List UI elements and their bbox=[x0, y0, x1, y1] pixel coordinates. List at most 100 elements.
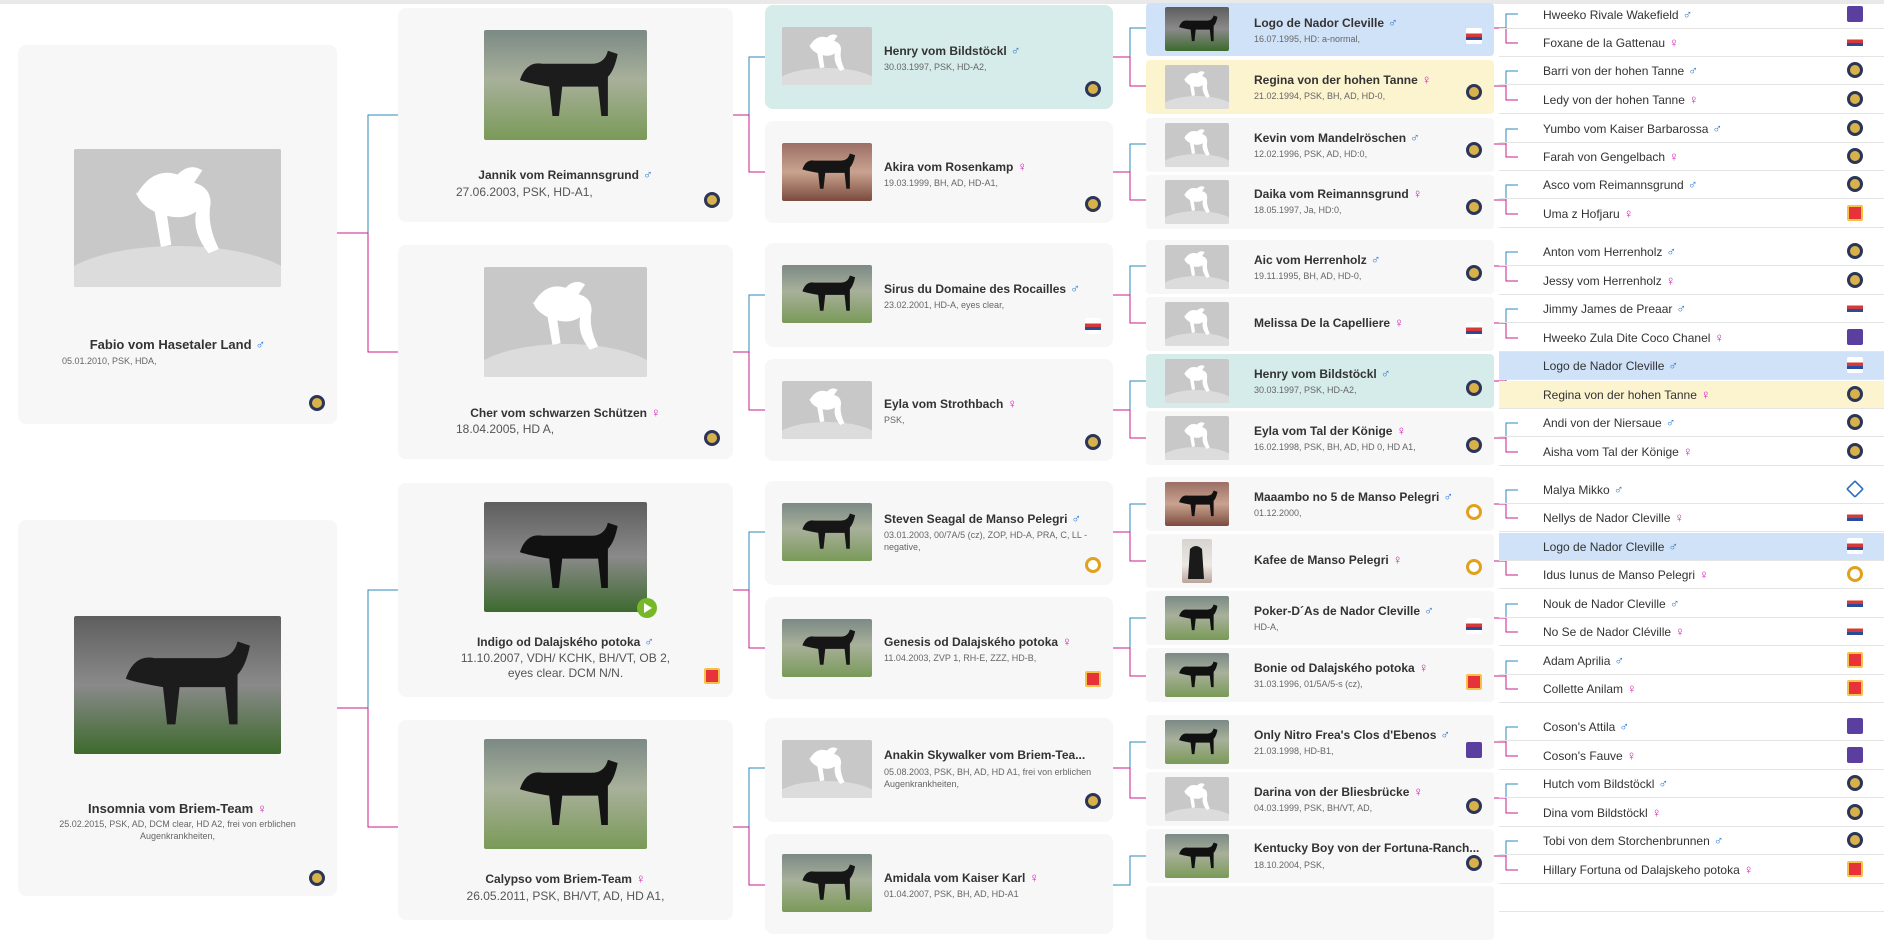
dog-card-gen4[interactable]: Darina von der Bliesbrücke ♀ 04.03.1999, … bbox=[1146, 772, 1494, 826]
dog-row-gen5[interactable]: Adam Aprilia ♂ bbox=[1499, 647, 1884, 675]
dog-name[interactable]: Calypso vom Briem-Team bbox=[485, 872, 632, 886]
dog-row-gen5[interactable]: Nellys de Nador Cleville ♀ bbox=[1499, 504, 1884, 532]
dog-card-gen3[interactable]: Henry vom Bildstöckl ♂ 30.03.1997, PSK, H… bbox=[765, 5, 1113, 109]
dog-name[interactable]: Hutch vom Bildstöckl bbox=[1543, 777, 1654, 791]
dog-row-gen5[interactable]: Ledy von der hohen Tanne ♀ bbox=[1499, 86, 1884, 114]
dog-name[interactable]: No Se de Nador Cléville bbox=[1543, 625, 1671, 639]
dog-card-gen4[interactable]: Kentucky Boy von der Fortuna-Ranch... 18… bbox=[1146, 829, 1494, 883]
dog-card-gen4[interactable] bbox=[1146, 886, 1494, 940]
dog-name[interactable]: Yumbo vom Kaiser Barbarossa bbox=[1543, 122, 1708, 136]
dog-name[interactable]: Foxane de la Gattenau bbox=[1543, 36, 1665, 50]
dog-name[interactable]: Kevin vom Mandelröschen bbox=[1254, 131, 1406, 145]
dog-name[interactable]: Logo de Nador Cleville bbox=[1254, 16, 1384, 30]
dog-card-gen4[interactable]: Daika vom Reimannsgrund ♀ 18.05.1997, Ja,… bbox=[1146, 175, 1494, 229]
dog-name[interactable]: Regina von der hohen Tanne bbox=[1543, 388, 1697, 402]
dog-name[interactable]: Fabio vom Hasetaler Land bbox=[90, 337, 252, 352]
dog-row-gen5[interactable]: Yumbo vom Kaiser Barbarossa ♂ bbox=[1499, 115, 1884, 143]
dog-row-gen5[interactable]: Dina vom Bildstöckl ♀ bbox=[1499, 799, 1884, 827]
dog-card-gen4[interactable]: Henry vom Bildstöckl ♂ 30.03.1997, PSK, H… bbox=[1146, 354, 1494, 408]
dog-name[interactable]: Kentucky Boy von der Fortuna-Ranch... bbox=[1254, 841, 1479, 855]
dog-name[interactable]: Ledy von der hohen Tanne bbox=[1543, 93, 1685, 107]
dog-row-gen5[interactable]: Aisha vom Tal der Könige ♀ bbox=[1499, 438, 1884, 466]
dog-card-gen4[interactable]: Bonie od Dalajského potoka ♀ 31.03.1996, … bbox=[1146, 648, 1494, 702]
dog-name[interactable]: Jimmy James de Preaar bbox=[1543, 302, 1672, 316]
dog-name[interactable]: Eyla vom Tal der Könige bbox=[1254, 424, 1392, 438]
dog-card-gen4[interactable]: Only Nitro Frea's Clos d'Ebenos ♂ 21.03.1… bbox=[1146, 715, 1494, 769]
dog-card-gen3[interactable]: Eyla vom Strothbach ♀ PSK, bbox=[765, 359, 1113, 461]
dog-name[interactable]: Maaambo no 5 de Manso Pelegri bbox=[1254, 490, 1439, 504]
dog-card-gen3[interactable]: Akira vom Rosenkamp ♀ 19.03.1999, BH, AD,… bbox=[765, 121, 1113, 223]
dog-row-gen5[interactable]: Idus Iunus de Manso Pelegri ♀ bbox=[1499, 561, 1884, 589]
dog-name[interactable]: Kafee de Manso Pelegri bbox=[1254, 553, 1389, 567]
dog-row-gen5[interactable]: Anton vom Herrenholz ♂ bbox=[1499, 238, 1884, 266]
dog-card-gen4[interactable]: Kafee de Manso Pelegri ♀ bbox=[1146, 534, 1494, 588]
play-icon[interactable] bbox=[637, 598, 657, 618]
dog-name[interactable]: Dina vom Bildstöckl bbox=[1543, 806, 1648, 820]
dog-card-gen4[interactable]: Kevin vom Mandelröschen ♂ 12.02.1996, PSK… bbox=[1146, 118, 1494, 172]
dog-card-gen3[interactable]: Sirus du Domaine des Rocailles ♂ 23.02.20… bbox=[765, 243, 1113, 347]
dog-name[interactable]: Only Nitro Frea's Clos d'Ebenos bbox=[1254, 728, 1436, 742]
dog-name[interactable]: Melissa De la Capelliere bbox=[1254, 316, 1390, 330]
dog-card-gen2[interactable]: Jannik vom Reimannsgrund ♂ 27.06.2003, PS… bbox=[398, 8, 733, 222]
dog-name[interactable]: Nouk de Nador Cleville bbox=[1543, 597, 1666, 611]
dog-row-gen5[interactable] bbox=[1499, 884, 1884, 912]
dog-card-gen3[interactable]: Genesis od Dalajského potoka ♀ 11.04.2003… bbox=[765, 597, 1113, 699]
dog-card-gen4[interactable]: Aic vom Herrenholz ♂ 19.11.1995, BH, AD, … bbox=[1146, 240, 1494, 294]
dog-name[interactable]: Malya Mikko bbox=[1543, 483, 1610, 497]
dog-name[interactable]: Hweeko Rivale Wakefield bbox=[1543, 8, 1679, 22]
dog-card-gen4[interactable]: Eyla vom Tal der Könige ♀ 16.02.1998, PSK… bbox=[1146, 411, 1494, 465]
dog-card-gen4[interactable]: Maaambo no 5 de Manso Pelegri ♂ 01.12.200… bbox=[1146, 477, 1494, 531]
dog-name[interactable]: Tobi von dem Storchenbrunnen bbox=[1543, 834, 1710, 848]
dog-card-gen4[interactable]: Logo de Nador Cleville ♂ 16.07.1995, HD: … bbox=[1146, 3, 1494, 56]
dog-name[interactable]: Eyla vom Strothbach bbox=[884, 397, 1003, 411]
dog-row-gen5[interactable]: Jessy vom Herrenholz ♀ bbox=[1499, 267, 1884, 295]
dog-card-gen1-dam[interactable]: Insomnia vom Briem-Team ♀ 25.02.2015, PSK… bbox=[18, 520, 337, 896]
dog-card-gen3[interactable]: Anakin Skywalker vom Briem-Tea... 05.08.… bbox=[765, 718, 1113, 822]
dog-row-gen5[interactable]: Logo de Nador Cleville ♂ bbox=[1499, 352, 1884, 380]
dog-name[interactable]: Barri von der hohen Tanne bbox=[1543, 64, 1684, 78]
dog-name[interactable]: Jannik vom Reimannsgrund bbox=[478, 168, 639, 182]
dog-row-gen5[interactable]: Nouk de Nador Cleville ♂ bbox=[1499, 590, 1884, 618]
dog-name[interactable]: Logo de Nador Cleville bbox=[1543, 540, 1664, 554]
dog-row-gen5[interactable]: Tobi von dem Storchenbrunnen ♂ bbox=[1499, 827, 1884, 855]
dog-row-gen5[interactable]: Malya Mikko ♂ bbox=[1499, 476, 1884, 504]
dog-name[interactable]: Idus Iunus de Manso Pelegri bbox=[1543, 568, 1695, 582]
dog-card-gen3[interactable]: Amidala vom Kaiser Karl ♀ 01.04.2007, PSK… bbox=[765, 834, 1113, 934]
dog-name[interactable]: Indigo od Dalajského potoka bbox=[477, 635, 640, 649]
dog-name[interactable]: Aisha vom Tal der Könige bbox=[1543, 445, 1679, 459]
dog-name[interactable]: Uma z Hofjaru bbox=[1543, 207, 1620, 221]
dog-card-gen4[interactable]: Poker-D´As de Nador Cleville ♂ HD-A, bbox=[1146, 591, 1494, 645]
dog-name[interactable]: Hillary Fortuna od Dalajskeho potoka bbox=[1543, 863, 1740, 877]
dog-name[interactable]: Nellys de Nador Cleville bbox=[1543, 511, 1670, 525]
dog-name[interactable]: Akira vom Rosenkamp bbox=[884, 160, 1013, 174]
dog-row-gen5[interactable]: Collette Anilam ♀ bbox=[1499, 675, 1884, 703]
dog-name[interactable]: Daika vom Reimannsgrund bbox=[1254, 187, 1409, 201]
dog-row-gen5[interactable]: Hweeko Rivale Wakefield ♂ bbox=[1499, 1, 1884, 29]
dog-card-gen4[interactable]: Melissa De la Capelliere ♀ bbox=[1146, 297, 1494, 351]
dog-name[interactable]: Coson's Fauve bbox=[1543, 749, 1623, 763]
dog-row-gen5[interactable]: Foxane de la Gattenau ♀ bbox=[1499, 29, 1884, 57]
dog-name[interactable]: Genesis od Dalajského potoka bbox=[884, 635, 1058, 649]
dog-name[interactable]: Collette Anilam bbox=[1543, 682, 1623, 696]
dog-card-gen2[interactable]: Cher vom schwarzen Schützen ♀ 18.04.2005,… bbox=[398, 245, 733, 459]
dog-name[interactable]: Amidala vom Kaiser Karl bbox=[884, 871, 1025, 885]
dog-card-gen2[interactable]: Indigo od Dalajského potoka ♂ 11.10.2007,… bbox=[398, 483, 733, 697]
dog-name[interactable]: Insomnia vom Briem-Team bbox=[88, 801, 253, 816]
dog-name[interactable]: Bonie od Dalajského potoka bbox=[1254, 661, 1415, 675]
dog-name[interactable]: Andi von der Niersaue bbox=[1543, 416, 1662, 430]
dog-name[interactable]: Cher vom schwarzen Schützen bbox=[470, 406, 647, 420]
dog-name[interactable]: Regina von der hohen Tanne bbox=[1254, 73, 1418, 87]
dog-name[interactable]: Asco vom Reimannsgrund bbox=[1543, 178, 1684, 192]
dog-row-gen5[interactable]: Coson's Attila ♂ bbox=[1499, 713, 1884, 741]
dog-name[interactable]: Steven Seagal de Manso Pelegri bbox=[884, 512, 1067, 526]
dog-card-gen2[interactable]: Calypso vom Briem-Team ♀ 26.05.2011, PSK,… bbox=[398, 720, 733, 920]
dog-name[interactable]: Coson's Attila bbox=[1543, 720, 1615, 734]
dog-name[interactable]: Sirus du Domaine des Rocailles bbox=[884, 282, 1066, 296]
dog-name[interactable]: Henry vom Bildstöckl bbox=[1254, 367, 1377, 381]
dog-row-gen5[interactable]: Andi von der Niersaue ♂ bbox=[1499, 409, 1884, 437]
dog-row-gen5[interactable]: Jimmy James de Preaar ♂ bbox=[1499, 295, 1884, 323]
dog-name[interactable]: Aic vom Herrenholz bbox=[1254, 253, 1367, 267]
dog-row-gen5[interactable]: Hutch vom Bildstöckl ♂ bbox=[1499, 770, 1884, 798]
dog-card-gen3[interactable]: Steven Seagal de Manso Pelegri ♂ 03.01.20… bbox=[765, 481, 1113, 585]
dog-row-gen5[interactable]: Hweeko Zula Dite Coco Chanel ♀ bbox=[1499, 324, 1884, 352]
